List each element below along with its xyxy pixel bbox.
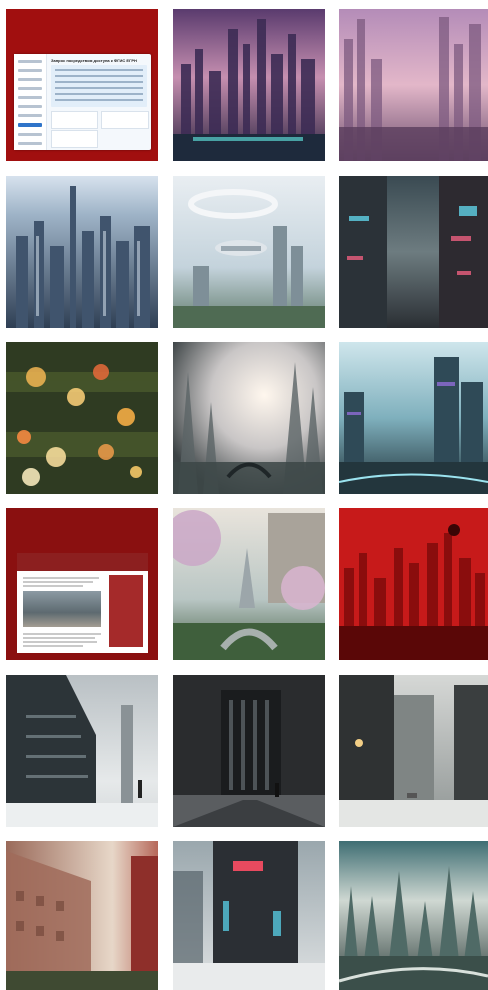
- tile-winter-glass-building[interactable]: [6, 675, 158, 827]
- tile-aerial-city[interactable]: [6, 176, 158, 328]
- card-thumbnail: [51, 111, 98, 129]
- tile-flying-vehicles[interactable]: [173, 176, 325, 328]
- tile-foggy-sunlit-city[interactable]: [173, 342, 325, 494]
- article-photo-thumbnail: [23, 591, 101, 627]
- tile-dark-tower[interactable]: [173, 675, 325, 827]
- tile-cyberpunk-alley[interactable]: [339, 176, 488, 328]
- thumbnail-title: Запрос посредством доступа к ФГИС ЕГРН: [51, 58, 137, 63]
- tile-pink-city[interactable]: [339, 9, 488, 161]
- right-column-thumbnail: [109, 575, 143, 647]
- tile-purple-city[interactable]: [173, 9, 325, 161]
- tile-green-spires[interactable]: [339, 841, 488, 990]
- tile-christmas-bokeh[interactable]: [6, 342, 158, 494]
- card-thumbnail: [101, 111, 149, 129]
- tile-teal-waterfront[interactable]: [339, 342, 488, 494]
- site-header-thumbnail: [17, 553, 148, 571]
- tile-red-city[interactable]: [339, 508, 488, 660]
- tile-neon-sign-building[interactable]: [173, 841, 325, 990]
- tile-screenshot-news[interactable]: [6, 508, 158, 660]
- tile-winter-street[interactable]: [339, 675, 488, 827]
- image-grid: Запрос посредством доступа к ФГИС ЕГРН: [0, 0, 488, 990]
- app-window-thumbnail: Запрос посредством доступа к ФГИС ЕГРН: [14, 54, 151, 150]
- card-thumbnail: [51, 130, 98, 148]
- website-thumbnail: [17, 553, 148, 653]
- tile-screenshot-egrn[interactable]: Запрос посредством доступа к ФГИС ЕГРН: [6, 9, 158, 161]
- sidebar-thumbnail: [14, 54, 47, 150]
- tile-misty-old-building[interactable]: [6, 841, 158, 990]
- info-panel-thumbnail: [51, 65, 147, 107]
- tile-fantasy-garden[interactable]: [173, 508, 325, 660]
